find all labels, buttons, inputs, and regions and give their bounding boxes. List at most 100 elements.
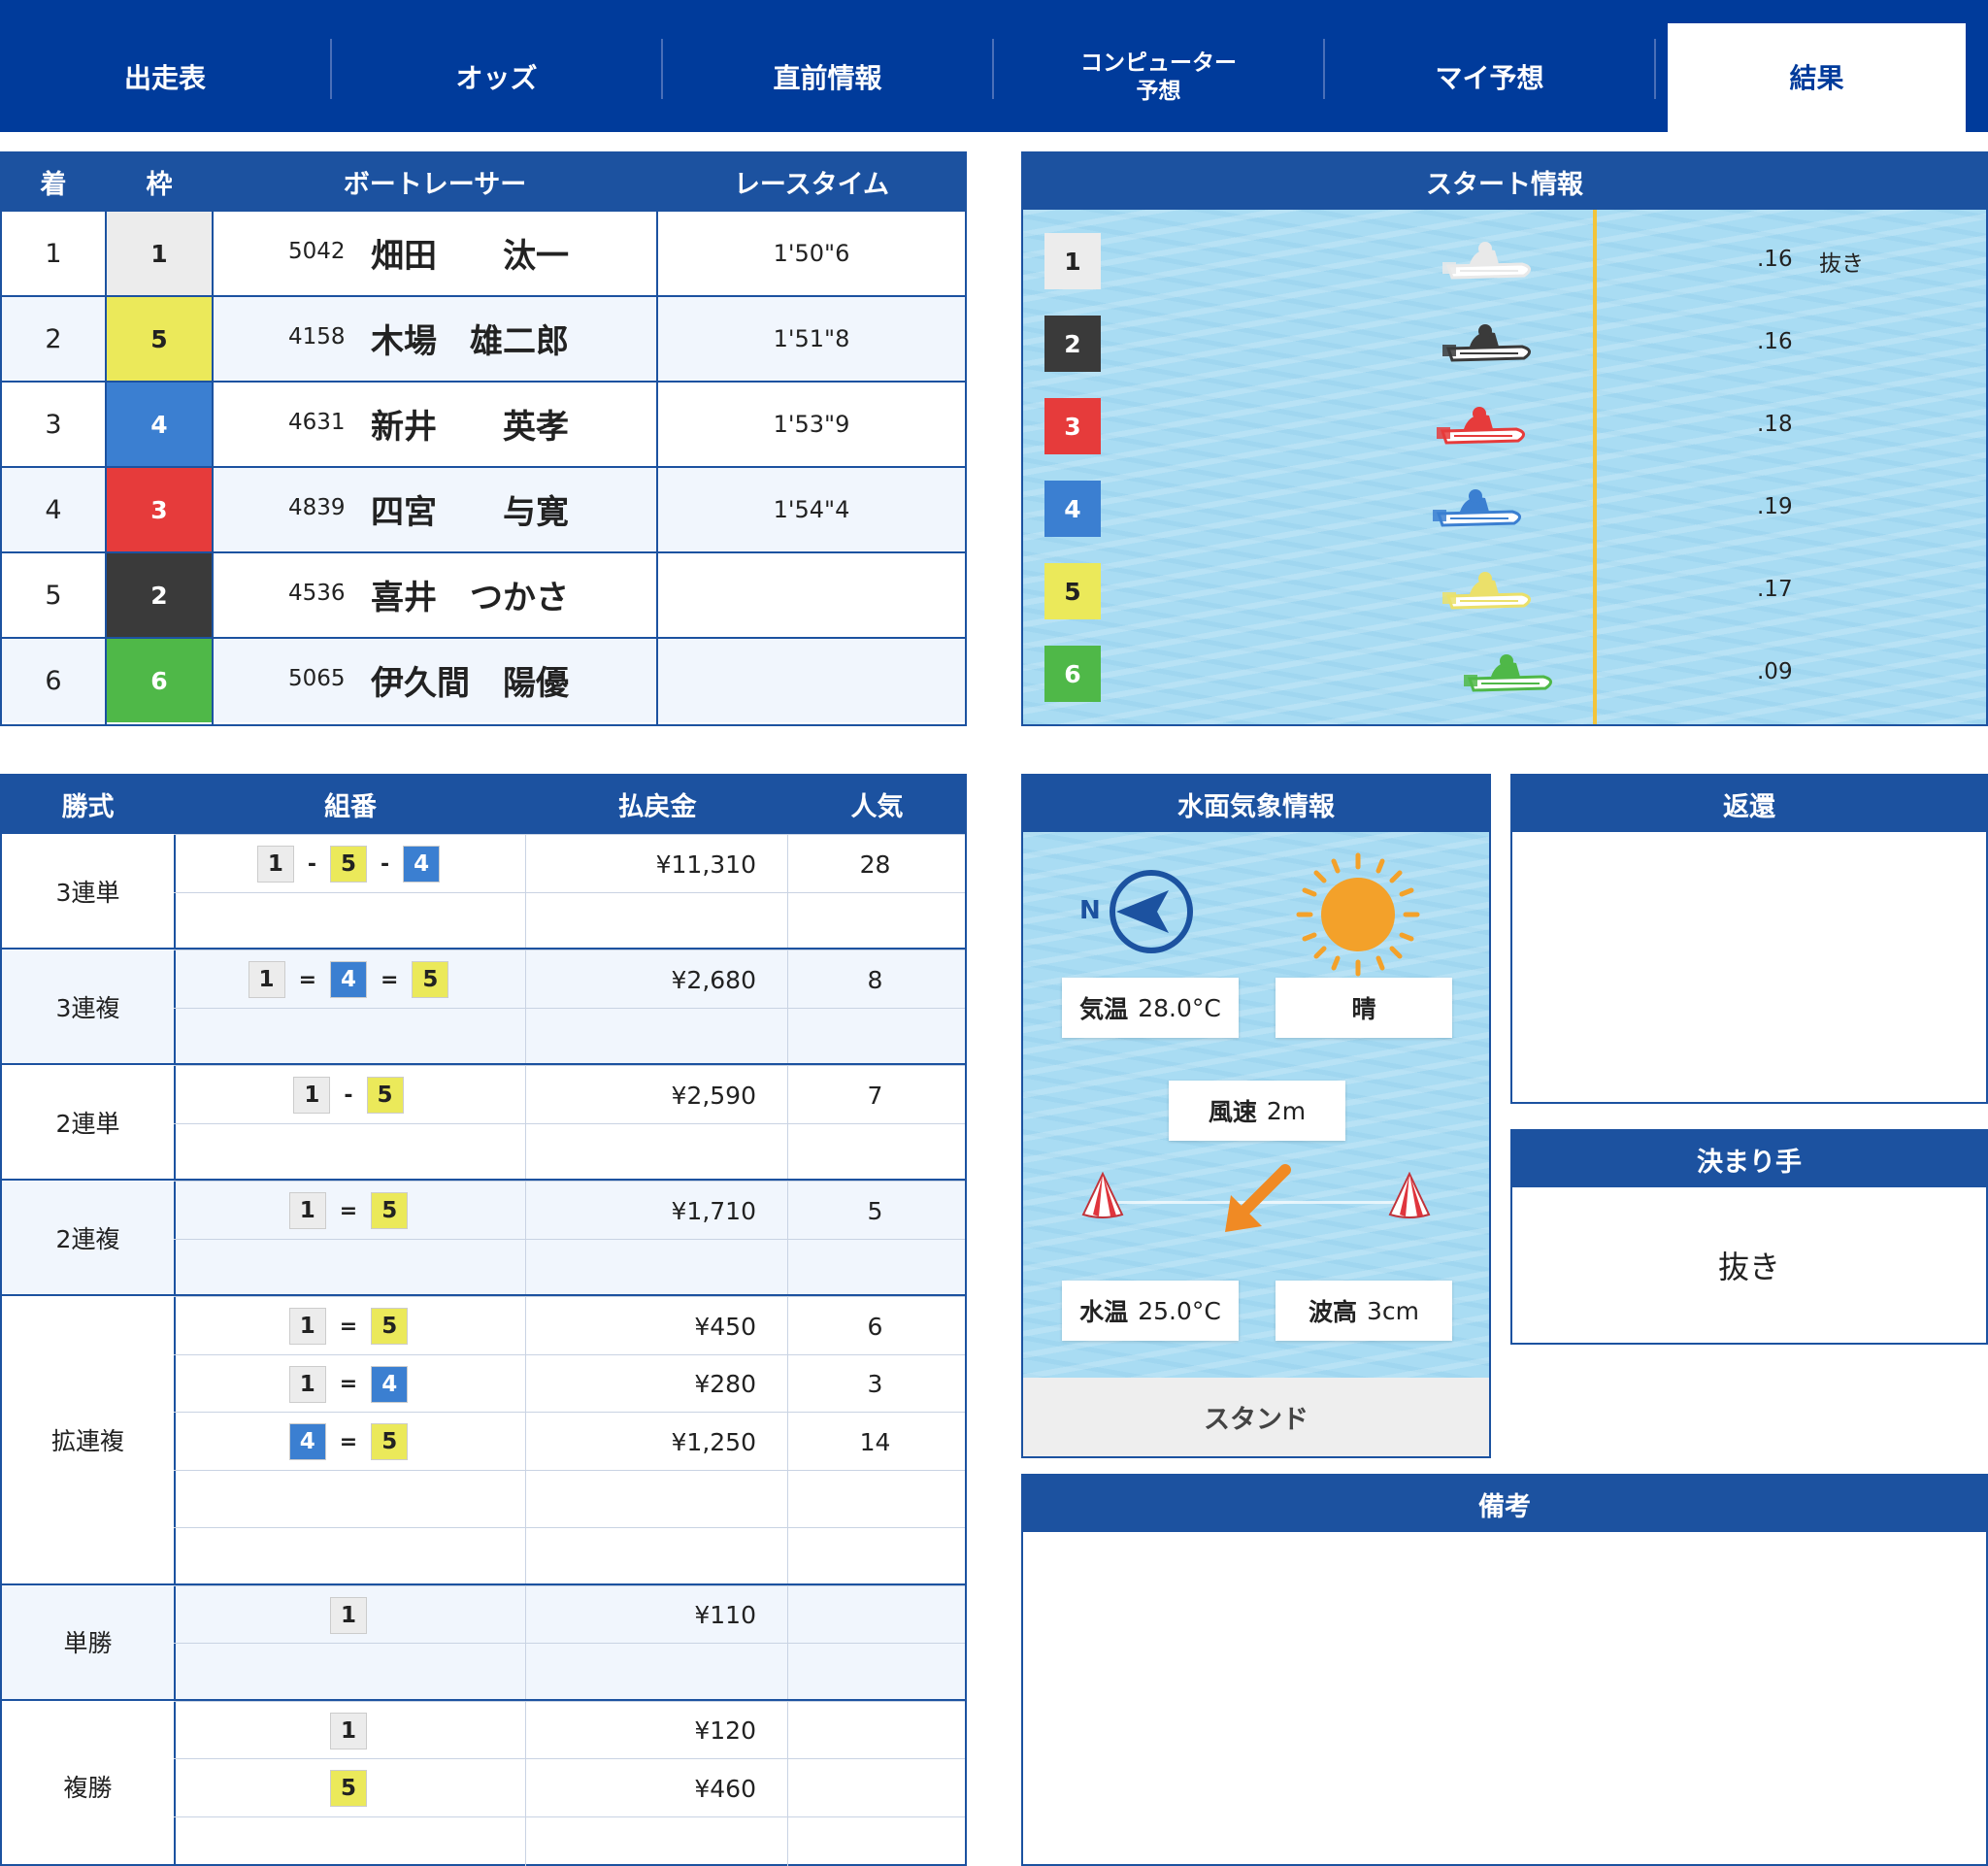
start-timing: .17 bbox=[1757, 577, 1793, 602]
payout-table: 勝式 組番 払戻金 人気 3連単 1-5-4 ¥11,310 28 3連複 1 = 4 = 5 ¥2… bbox=[0, 774, 967, 1866]
payout-section: 複勝 1 ¥120 5 ¥460 bbox=[2, 1698, 965, 1866]
lane-number-badge: 1 bbox=[248, 961, 285, 998]
lane-number-badge: 1 bbox=[107, 212, 212, 295]
time-header: レースタイム bbox=[733, 169, 890, 200]
popularity-rank: 8 bbox=[867, 965, 883, 994]
lane-number-badge: 5 bbox=[330, 1770, 367, 1807]
result-row: 1 1 5042 畑田 汰一 1'50"6 bbox=[2, 210, 965, 295]
tab-divider bbox=[1654, 39, 1656, 99]
payout-line: 1 = 5 ¥1,710 5 bbox=[174, 1181, 965, 1239]
lane-number-badge: 1 bbox=[330, 1712, 367, 1749]
finish-rank: 6 bbox=[45, 665, 62, 696]
start-timing: .16 bbox=[1757, 247, 1793, 272]
race-time bbox=[658, 553, 965, 637]
payout-section: 単勝 1 ¥110 bbox=[2, 1583, 965, 1699]
payout-line: 1-5 ¥2,590 7 bbox=[174, 1065, 965, 1123]
column-divider bbox=[105, 153, 107, 724]
start-technique: 抜き bbox=[1819, 251, 1864, 277]
payout-line bbox=[174, 1527, 965, 1585]
lane-number-badge: 5 bbox=[330, 846, 367, 883]
payout-line: 1 = 5 ¥450 6 bbox=[174, 1296, 965, 1354]
winning-technique-panel: 決まり手 抜き bbox=[1510, 1129, 1988, 1345]
north-label: N bbox=[1079, 896, 1101, 925]
start-lane-badge: 6 bbox=[1044, 646, 1101, 702]
start-lane-badge: 5 bbox=[1044, 563, 1101, 619]
sunny-weather-icon bbox=[1296, 852, 1420, 977]
start-timing: .18 bbox=[1757, 412, 1793, 437]
lane-number-badge: 5 bbox=[371, 1308, 409, 1345]
combination-separator: = bbox=[339, 1198, 358, 1223]
result-row: 2 5 4158 木場 雄二郎 1'51"8 bbox=[2, 295, 965, 381]
lane-number-badge: 4 bbox=[107, 383, 212, 466]
bet-type: 複勝 bbox=[63, 1773, 113, 1802]
bet-type: 拡連複 bbox=[50, 1426, 124, 1455]
weather-panel: 水面気象情報 N 気温 28.0°C 晴 風速 2m 水温 25.0°C 波高 … bbox=[1021, 774, 1491, 1458]
race-result-table: 着 枠 ボートレーサー レースタイム 1 1 5042 畑田 汰一 1'50"6 2 5 41… bbox=[0, 151, 967, 726]
racer-registration-number: 4839 bbox=[288, 495, 346, 520]
payout-line: 5 ¥460 bbox=[174, 1758, 965, 1816]
payout-section: 2連複 1 = 5 ¥1,710 5 bbox=[2, 1179, 965, 1294]
combination-separator: = bbox=[339, 1372, 358, 1396]
boat-icon bbox=[1433, 489, 1521, 527]
result-row: 3 4 4631 新井 英孝 1'53"9 bbox=[2, 381, 965, 466]
popularity-rank bbox=[785, 1586, 965, 1645]
tab-odds[interactable]: オッズ bbox=[332, 23, 661, 132]
racer-name[interactable]: 畑田 汰一 bbox=[371, 229, 569, 277]
start-line bbox=[1593, 210, 1597, 724]
combination-separator: = bbox=[339, 1314, 358, 1339]
boat-icon bbox=[1437, 407, 1525, 445]
bet-type: 2連単 bbox=[55, 1109, 120, 1138]
bet-type: 2連複 bbox=[55, 1224, 120, 1253]
racer-name[interactable]: 木場 雄二郎 bbox=[371, 315, 569, 362]
turn-mark-buoy-icon bbox=[1388, 1172, 1431, 1218]
water-temperature: 水温 25.0°C bbox=[1062, 1281, 1239, 1341]
start-timing: .19 bbox=[1757, 494, 1793, 519]
tab-results[interactable]: 結果 bbox=[1668, 23, 1966, 132]
lane-number-badge: 5 bbox=[371, 1192, 409, 1229]
column-divider bbox=[212, 153, 214, 724]
finish-rank: 5 bbox=[45, 580, 62, 611]
payout-amount: ¥1,710 bbox=[671, 1196, 756, 1225]
payout-line bbox=[174, 1643, 965, 1701]
racer-name[interactable]: 喜井 つかさ bbox=[371, 571, 569, 618]
payout-line bbox=[174, 1816, 965, 1866]
weather-title: 水面気象情報 bbox=[1023, 776, 1489, 832]
lane-number-badge: 5 bbox=[107, 297, 212, 381]
combination: 1 = 5 bbox=[174, 1297, 523, 1355]
racer-name[interactable]: 伊久間 陽優 bbox=[371, 656, 569, 704]
tab-computer-prediction[interactable]: コンピューター 予想 bbox=[994, 23, 1323, 132]
racer-name[interactable]: 四宮 与寛 bbox=[371, 485, 569, 533]
boat-icon bbox=[1442, 324, 1531, 362]
combination: 1 bbox=[174, 1702, 523, 1760]
payout-line: 4 = 5 ¥1,250 14 bbox=[174, 1412, 965, 1470]
lane-number-badge: 1 bbox=[288, 1308, 326, 1345]
tab-pre-race-info[interactable]: 直前情報 bbox=[663, 23, 992, 132]
payout-line bbox=[174, 1469, 965, 1528]
lane-number-badge: 1 bbox=[293, 1077, 331, 1114]
payout-amount: ¥450 bbox=[694, 1312, 756, 1341]
boat-icon bbox=[1442, 572, 1531, 610]
combination-separator: = bbox=[381, 967, 399, 992]
tab-entry-list[interactable]: 出走表 bbox=[0, 23, 330, 132]
combination: 1 = 4 = 5 bbox=[174, 950, 523, 1009]
boat-icon bbox=[1442, 242, 1531, 280]
payout-line: 1 = 4 ¥280 3 bbox=[174, 1353, 965, 1413]
racer-name[interactable]: 新井 英孝 bbox=[371, 400, 569, 448]
popularity-rank bbox=[785, 1702, 965, 1760]
tab-my-prediction[interactable]: マイ予想 bbox=[1325, 23, 1654, 132]
remarks-panel: 備考 bbox=[1021, 1474, 1988, 1866]
race-time bbox=[658, 639, 965, 722]
lane-number-badge: 1 bbox=[288, 1365, 326, 1403]
lane-number-badge: 1 bbox=[330, 1596, 367, 1634]
bet-type: 単勝 bbox=[63, 1629, 113, 1657]
payout-section: 3連複 1 = 4 = 5 ¥2,680 8 bbox=[2, 948, 965, 1063]
finish-rank: 1 bbox=[45, 238, 62, 269]
result-row: 4 3 4839 四宮 与寛 1'54"4 bbox=[2, 466, 965, 551]
race-time: 1'51"8 bbox=[773, 325, 850, 352]
popularity-header: 人気 bbox=[850, 791, 904, 822]
bet-type-header: 勝式 bbox=[61, 791, 115, 822]
payout-line bbox=[174, 1122, 965, 1182]
lane-header: 枠 bbox=[146, 169, 173, 200]
finish-rank: 3 bbox=[45, 409, 62, 440]
turn-mark-buoy-icon bbox=[1081, 1172, 1124, 1218]
